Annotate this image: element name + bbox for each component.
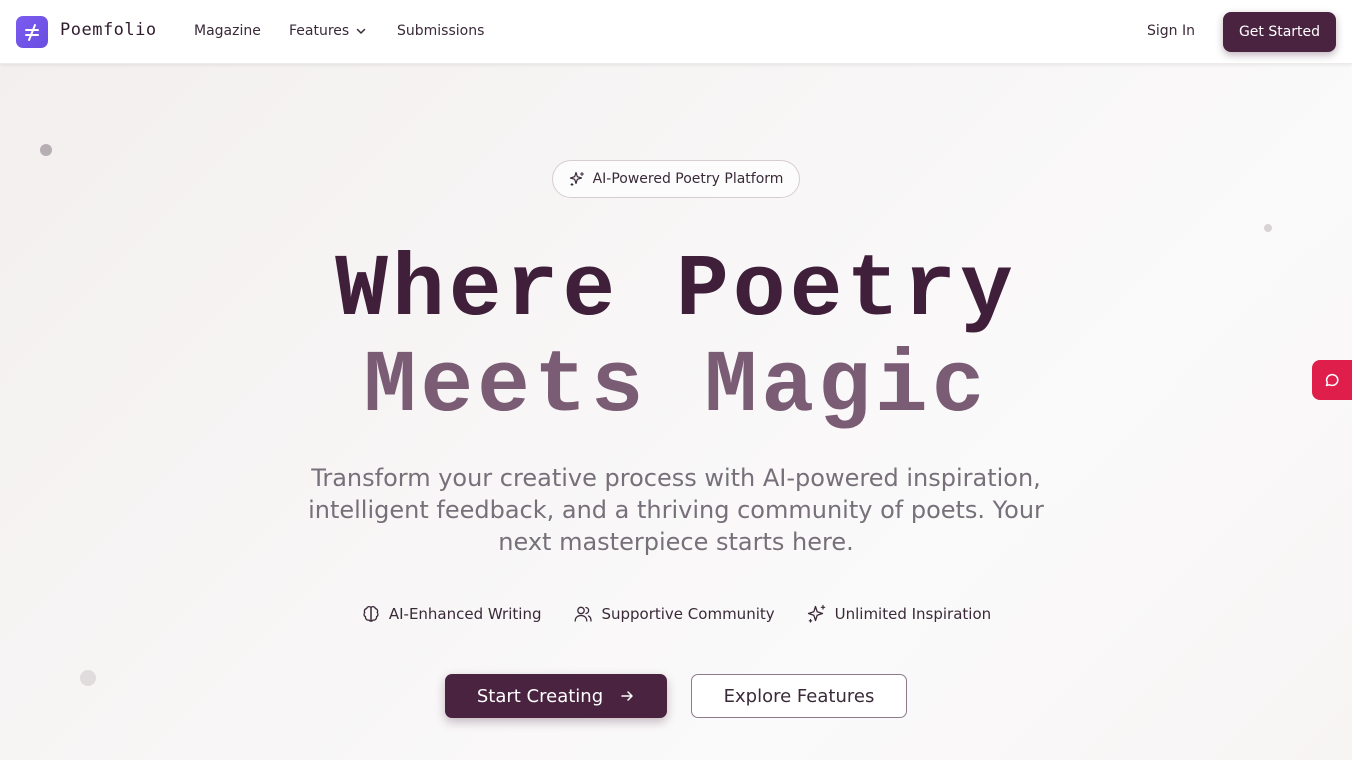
explore-features-button[interactable]: Explore Features [691,674,907,718]
hero-badge-label: AI-Powered Poetry Platform [592,171,784,187]
nav-link-features-label: Features [289,23,350,39]
hero-badge: AI-Powered Poetry Platform [552,160,800,198]
brand-name[interactable]: Poemfolio [60,20,157,40]
nav-link-magazine[interactable]: Magazine [194,23,261,39]
logo-mark[interactable] [16,16,48,48]
decorative-dot [80,670,96,686]
feature-community: Supportive Community [573,604,775,624]
get-started-button[interactable]: Get Started [1223,12,1336,52]
users-icon [575,606,593,622]
sign-in-link[interactable]: Sign In [1147,23,1195,39]
chevron-down-icon [356,28,366,34]
hero-subtitle: Transform your creative process with AI-… [308,464,1044,556]
feature-label: AI-Enhanced Writing [388,605,542,623]
brain-icon [363,606,379,622]
hero-features: AI-Enhanced Writing Supportive Community… [0,604,1352,624]
feature-label: Supportive Community [601,605,775,623]
sparkles-icon [807,604,825,623]
feature-ai-writing: AI-Enhanced Writing [361,604,542,624]
arrow-right-icon [621,691,633,701]
nav-link-features[interactable]: Features [289,23,367,39]
navbar: Poemfolio Magazine Features Submissions … [0,0,1352,64]
hero-headline-line1: Where Poetry [335,242,1017,341]
decorative-dot [1264,224,1272,232]
hero-headline-line2: Meets Magic [363,338,989,437]
sparkles-icon [569,171,584,187]
message-circle-icon [1325,373,1339,387]
start-creating-button[interactable]: Start Creating [445,674,667,718]
nav-link-submissions[interactable]: Submissions [397,23,484,39]
decorative-dot [40,144,52,156]
feature-inspiration: Unlimited Inspiration [807,604,992,624]
not-equal-icon [25,24,39,41]
start-creating-label: Start Creating [476,685,604,707]
feedback-chat-tab[interactable] [1312,360,1352,400]
feature-label: Unlimited Inspiration [834,605,992,623]
